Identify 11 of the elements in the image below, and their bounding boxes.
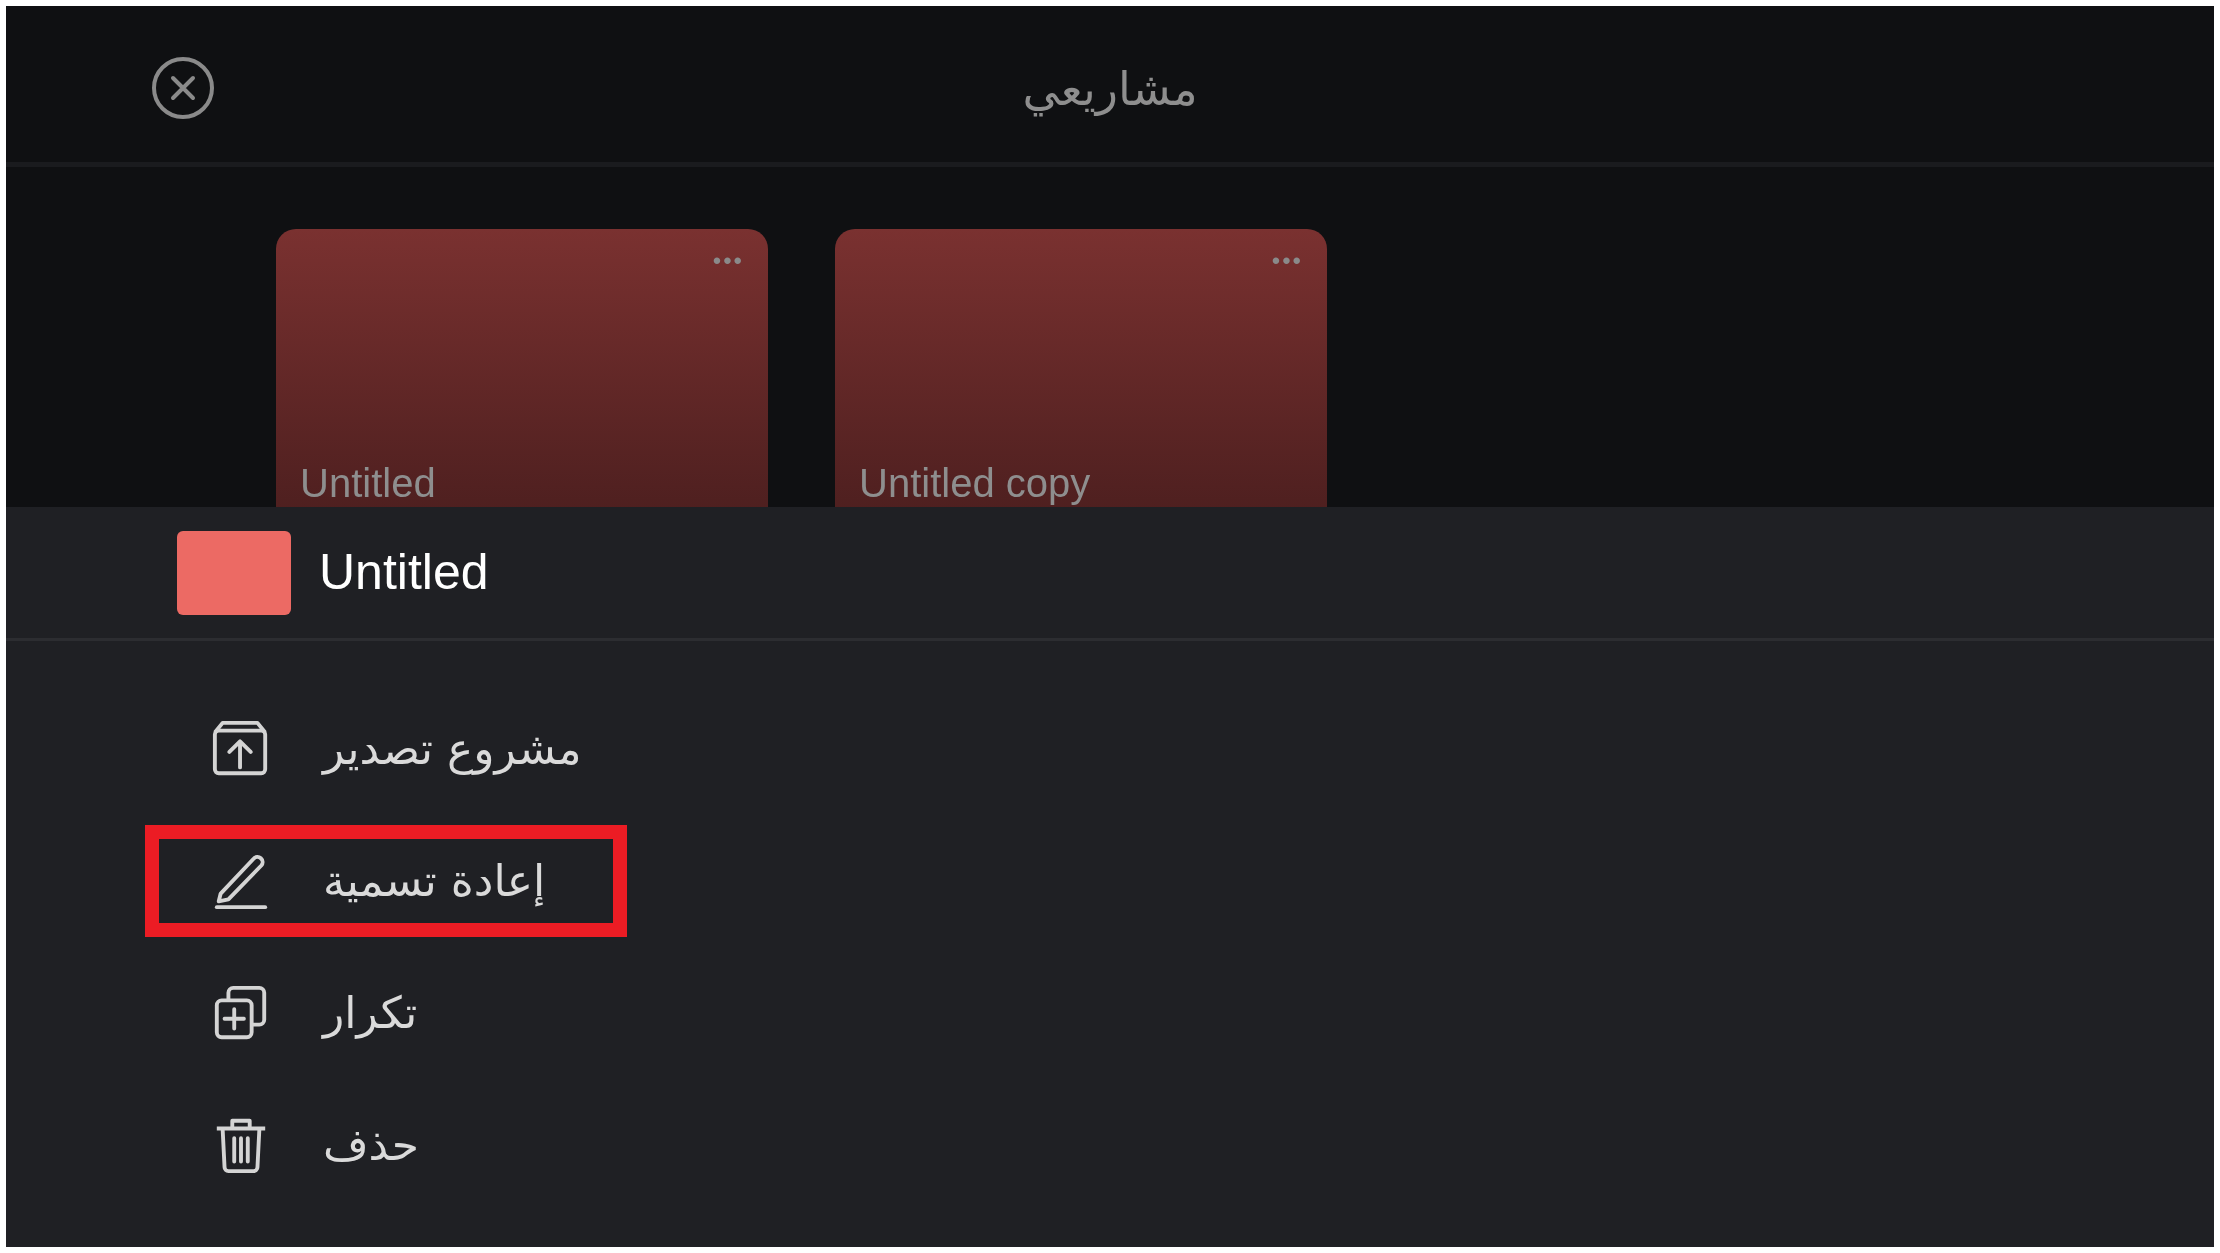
screen-title: مشاريعي <box>1022 60 1198 119</box>
project-title: Untitled <box>319 543 489 602</box>
close-icon[interactable] <box>151 56 215 120</box>
highlighted-menu-item[interactable]: إعادة تسمية <box>145 825 627 937</box>
project-name: Untitled copy <box>859 460 1091 507</box>
menu-item[interactable]: تكرار <box>145 957 627 1069</box>
project-card[interactable]: ••• Untitled copy <box>835 229 1327 507</box>
menu-item[interactable]: حذف <box>145 1089 627 1201</box>
project-name: Untitled <box>300 460 436 507</box>
project-card[interactable]: ••• Untitled <box>276 229 768 507</box>
menu-item[interactable]: مشروع تصدير <box>145 693 627 805</box>
